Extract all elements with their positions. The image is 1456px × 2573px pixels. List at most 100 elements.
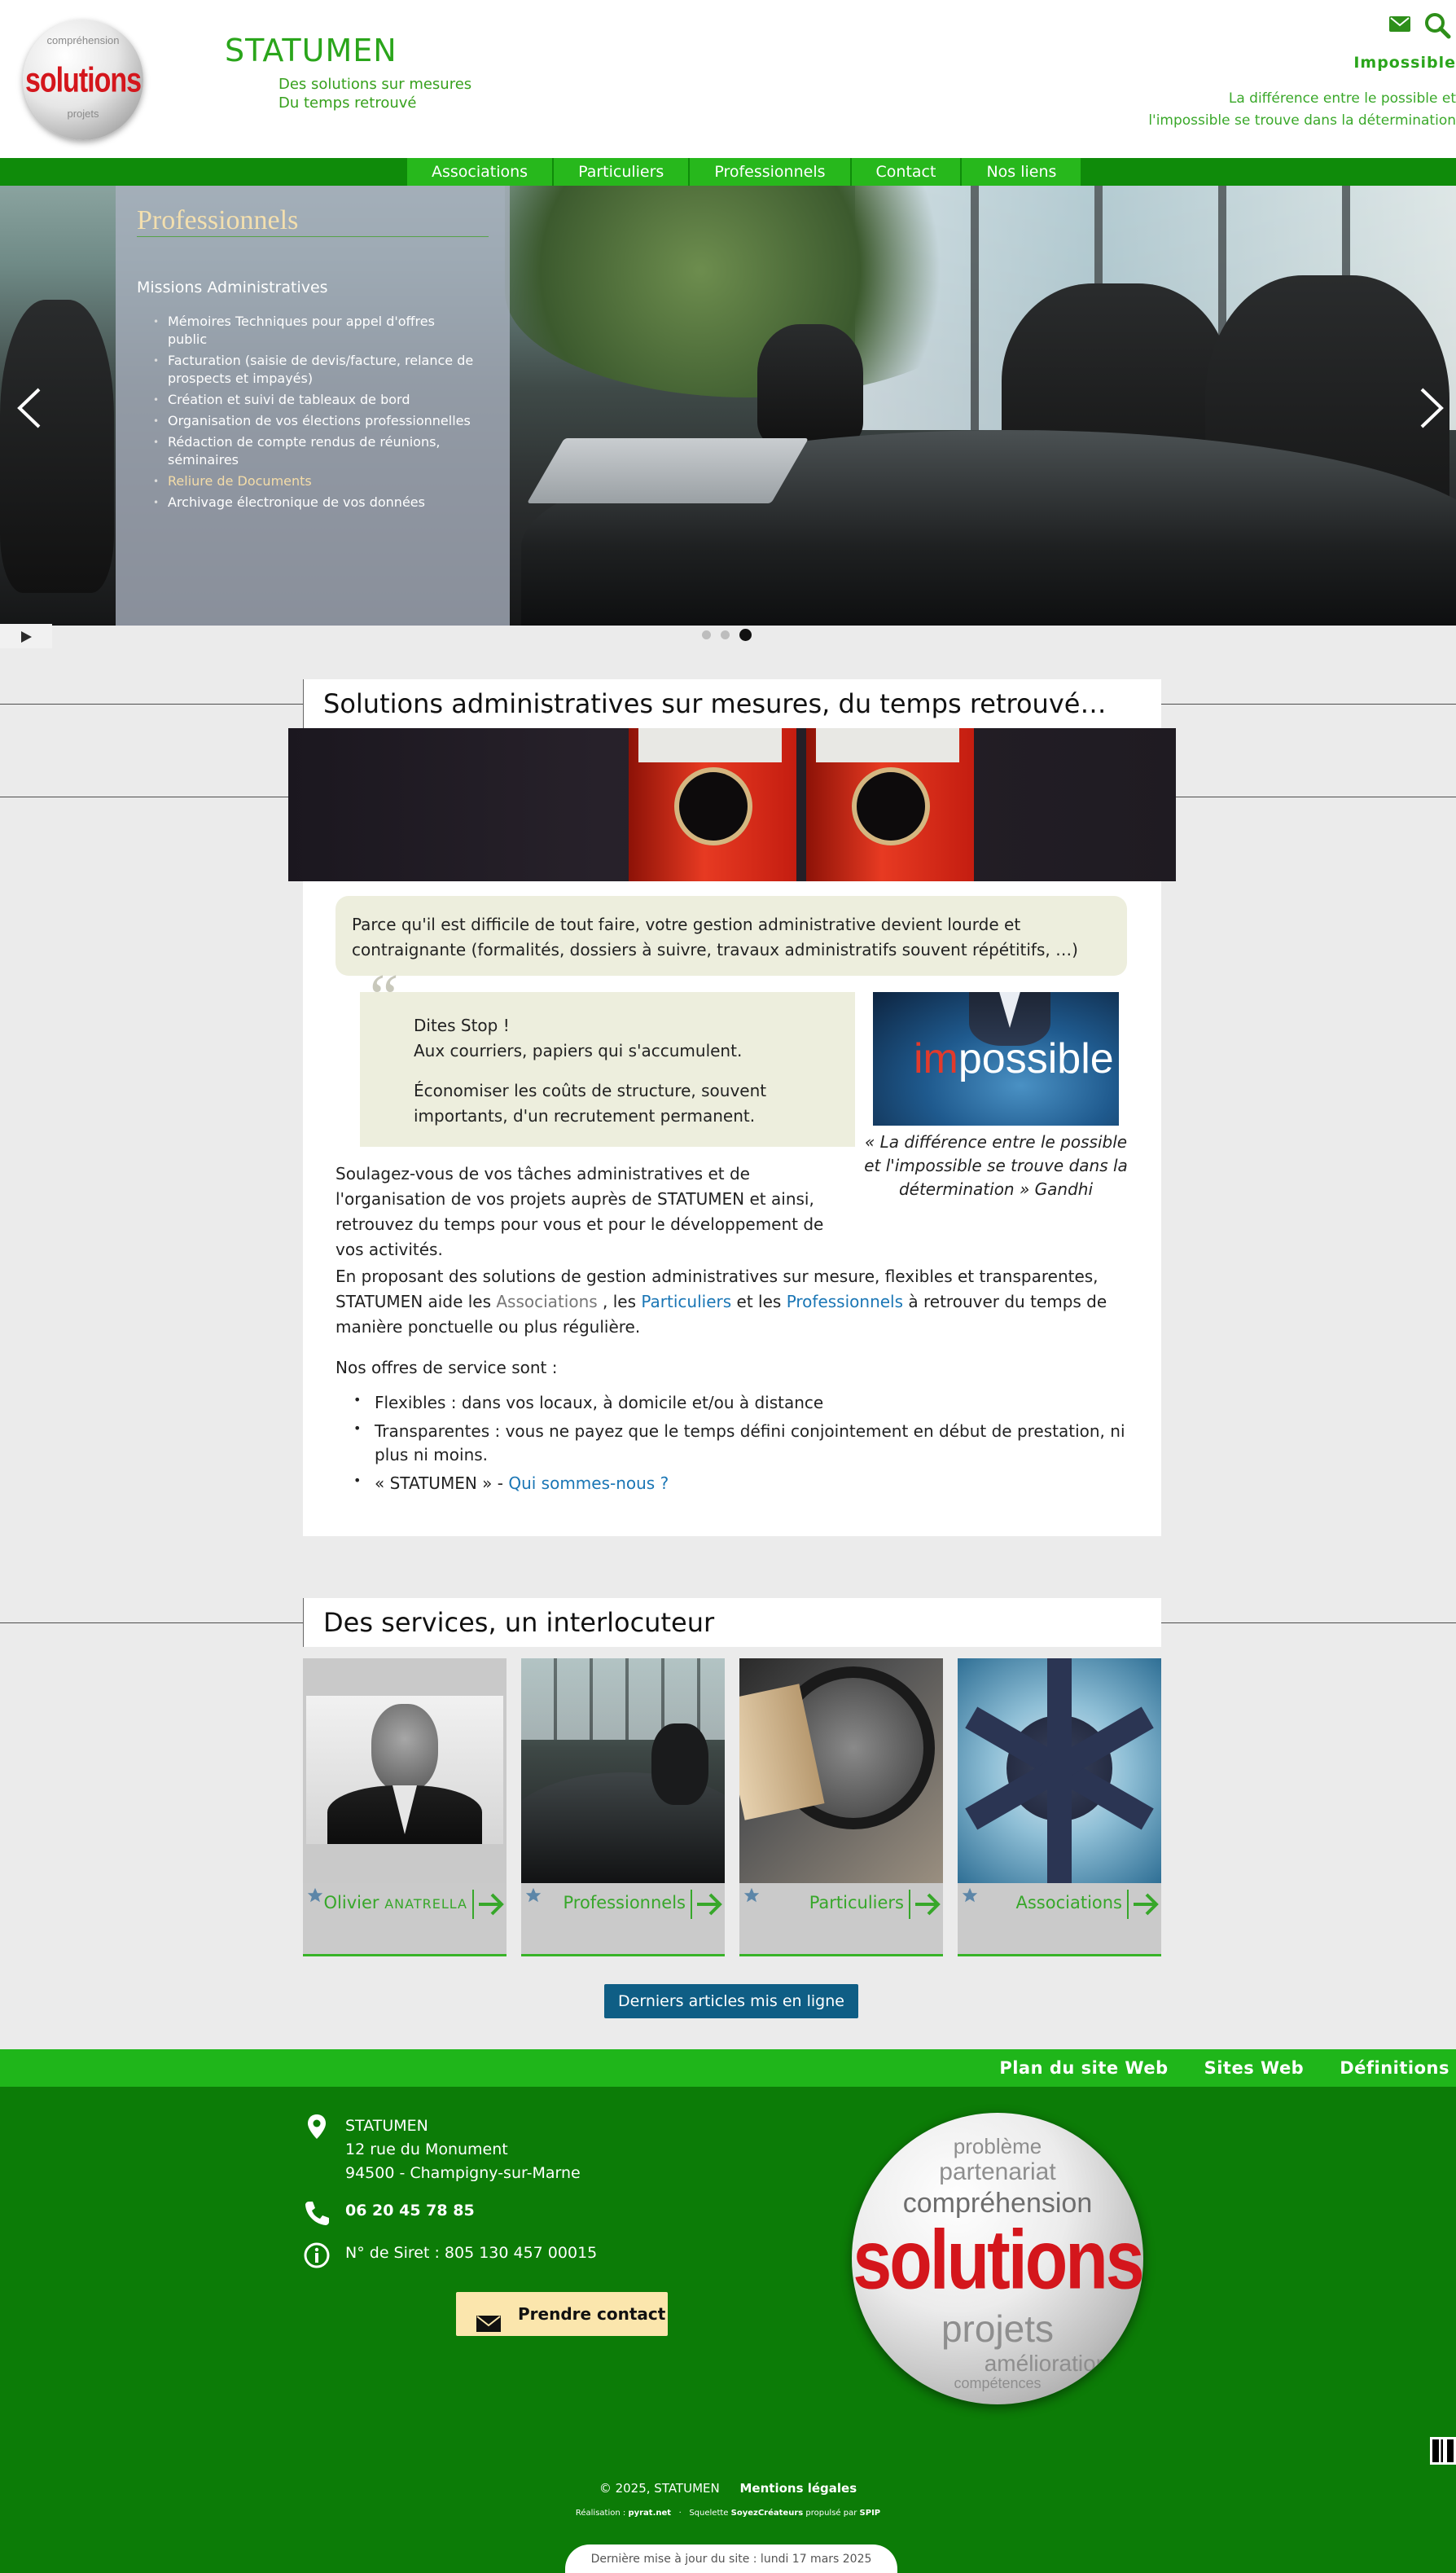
- impossible-quote-line-2: l'impossible se trouve dans la détermina…: [1148, 112, 1456, 129]
- footer-street: 12 rue du Monument: [345, 2141, 508, 2158]
- slide-subtitle: Missions Administratives: [137, 279, 328, 296]
- footer-link-sites-web[interactable]: Sites Web: [1204, 2049, 1305, 2087]
- link-associations[interactable]: Associations: [496, 1292, 597, 1311]
- last-update: Dernière mise à jour du site : lundi 17 …: [565, 2544, 897, 2573]
- search-icon[interactable]: [1423, 11, 1451, 39]
- ball-word: amélioration: [984, 2351, 1109, 2376]
- credit-label: Squelette: [689, 2509, 729, 2518]
- site-header: compréhension solutions projets STATUMEN…: [0, 0, 1456, 158]
- latest-articles-button[interactable]: Derniers articles mis en ligne: [604, 1984, 858, 2018]
- star-icon: [743, 1886, 761, 1904]
- list-item: Facturation (saisie de devis/facture, re…: [153, 352, 477, 388]
- paragraph-line: retrouvez du temps pour vous et pour le …: [335, 1214, 824, 1259]
- paragraph-line: l'organisation de vos projets auprès de …: [335, 1189, 814, 1209]
- site-logo[interactable]: compréhension solutions projets: [23, 20, 143, 140]
- image-word-prefix: im: [914, 1035, 958, 1082]
- card-photo-hands: [958, 1658, 1161, 1883]
- slider-dot-active[interactable]: [739, 629, 752, 641]
- credit-label: propulsé par: [805, 2509, 857, 2518]
- legal-notice-link[interactable]: Mentions légales: [740, 2481, 857, 2496]
- credit-link-soyezcreateurs[interactable]: SoyezCréateurs: [731, 2509, 804, 2518]
- footer-credits: Réalisation : pyrat.net · Squelette Soye…: [575, 2509, 881, 2518]
- image-caption: « La différence entre le possible et l'i…: [864, 1132, 1128, 1199]
- footer-copyright: © 2025, STATUMEN Mentions légales: [0, 2481, 1456, 2496]
- info-icon: [303, 2241, 331, 2269]
- list-item: Transparentes : vous ne payez que le tem…: [353, 1416, 1132, 1467]
- site-title[interactable]: STATUMEN: [225, 33, 397, 68]
- slider-dot[interactable]: [721, 630, 730, 639]
- arrow-right-icon[interactable]: [691, 1890, 723, 1919]
- service-cards: Olivier Anatrella Professionnels Particu…: [303, 1658, 1161, 1956]
- image-word-rest: possible: [958, 1035, 1114, 1082]
- slide-chair: [757, 324, 863, 446]
- logo-word: solutions: [24, 61, 142, 100]
- hero-slider[interactable]: Professionnels Missions Administratives …: [0, 186, 1456, 626]
- link-professionnels[interactable]: Professionnels: [787, 1292, 903, 1311]
- slide-title[interactable]: Professionnels: [137, 205, 298, 236]
- banner-binder: [806, 728, 974, 881]
- intro-box: Parce qu'il est difficile de tout faire,…: [335, 896, 1127, 976]
- arrow-right-icon[interactable]: [472, 1890, 505, 1919]
- card-label-last: Anatrella: [384, 1896, 467, 1912]
- impossible-image: impossible: [873, 992, 1119, 1126]
- arrow-right-icon[interactable]: [1127, 1890, 1160, 1919]
- paragraph-1: Soulagez-vous de vos tâches administrati…: [335, 1161, 857, 1262]
- credit-label: Réalisation :: [575, 2509, 626, 2518]
- nav-item-particuliers[interactable]: Particuliers: [554, 158, 691, 186]
- offers-list: Flexibles : dans vos locaux, à domicile …: [353, 1388, 1132, 1500]
- slide-mission-list: Mémoires Techniques pour appel d'offres …: [153, 313, 477, 515]
- link-qui-sommes-nous[interactable]: Qui sommes-nous ?: [508, 1473, 669, 1493]
- footer-link-definitions[interactable]: Définitions: [1340, 2049, 1449, 2087]
- slider-prev-arrow-icon[interactable]: [15, 386, 44, 430]
- list-item: Rédaction de compte rendus de réunions, …: [153, 433, 477, 469]
- slide-caption-panel: Professionnels Missions Administratives …: [116, 186, 510, 626]
- nav-item-associations[interactable]: Associations: [407, 158, 555, 186]
- credit-link-pyrat[interactable]: pyrat.net: [628, 2509, 671, 2518]
- slider-play-button[interactable]: [0, 624, 52, 648]
- mail-icon[interactable]: [1389, 16, 1410, 32]
- impossible-title: Impossible: [1353, 54, 1456, 72]
- nav-item-professionnels[interactable]: Professionnels: [690, 158, 852, 186]
- card-label: Olivier Anatrella: [324, 1893, 467, 1912]
- list-item: « STATUMEN » - Qui sommes-nous ?: [353, 1469, 1132, 1495]
- arrow-right-icon[interactable]: [909, 1890, 941, 1919]
- service-card-particuliers[interactable]: Particuliers: [739, 1658, 943, 1956]
- site-footer: [0, 2087, 1456, 2573]
- ball-word: projets: [941, 2307, 1055, 2350]
- footer-phone[interactable]: 06 20 45 78 85: [345, 2199, 475, 2223]
- service-card-olivier[interactable]: Olivier Anatrella: [303, 1658, 507, 1956]
- slider-dot[interactable]: [702, 630, 711, 639]
- image-word: impossible: [914, 1034, 1114, 1083]
- offers-title: Nos offres de service sont :: [335, 1358, 558, 1377]
- service-card-associations[interactable]: Associations: [958, 1658, 1161, 1956]
- card-label: Associations: [1015, 1893, 1122, 1912]
- qr-code-icon[interactable]: [1430, 2437, 1456, 2465]
- star-icon: [306, 1886, 324, 1904]
- contact-button[interactable]: Prendre contact: [456, 2292, 668, 2336]
- footer-link-sitemap[interactable]: Plan du site Web: [999, 2049, 1168, 2087]
- credit-link-spip[interactable]: SPIP: [860, 2509, 881, 2518]
- impossible-quote: La différence entre le possible et l'imp…: [1148, 88, 1456, 132]
- card-photo-calculator: [739, 1658, 943, 1883]
- slider-pagination: [702, 629, 752, 641]
- contact-button-label: Prendre contact: [518, 2304, 666, 2324]
- quote-mark-icon: “: [363, 962, 400, 1034]
- nav-item-nos-liens[interactable]: Nos liens: [962, 158, 1083, 186]
- logo-word-bottom: projets: [67, 108, 99, 120]
- slider-next-arrow-icon[interactable]: [1417, 386, 1446, 430]
- service-card-professionnels[interactable]: Professionnels: [521, 1658, 725, 1956]
- footer-address: STATUMEN 12 rue du Monument 94500 - Cham…: [345, 2114, 581, 2185]
- copyright-text: © 2025, STATUMEN: [599, 2481, 720, 2496]
- link-particuliers[interactable]: Particuliers: [641, 1292, 731, 1311]
- ball-word: problème: [953, 2134, 1042, 2158]
- nav-item-contact[interactable]: Contact: [851, 158, 963, 186]
- quote-paragraph-2: Économiser les coûts de structure, souve…: [414, 1081, 767, 1126]
- slogan-line-2: Du temps retrouvé: [278, 94, 417, 112]
- quote-line: Aux courriers, papiers qui s'accumulent.: [414, 1041, 743, 1060]
- star-icon: [961, 1886, 979, 1904]
- card-photo-portrait: [303, 1658, 507, 1883]
- ball-word: compétences: [954, 2375, 1042, 2391]
- card-label: Professionnels: [563, 1893, 686, 1912]
- envelope-icon: [476, 2305, 502, 2349]
- banner-binder: [629, 728, 796, 881]
